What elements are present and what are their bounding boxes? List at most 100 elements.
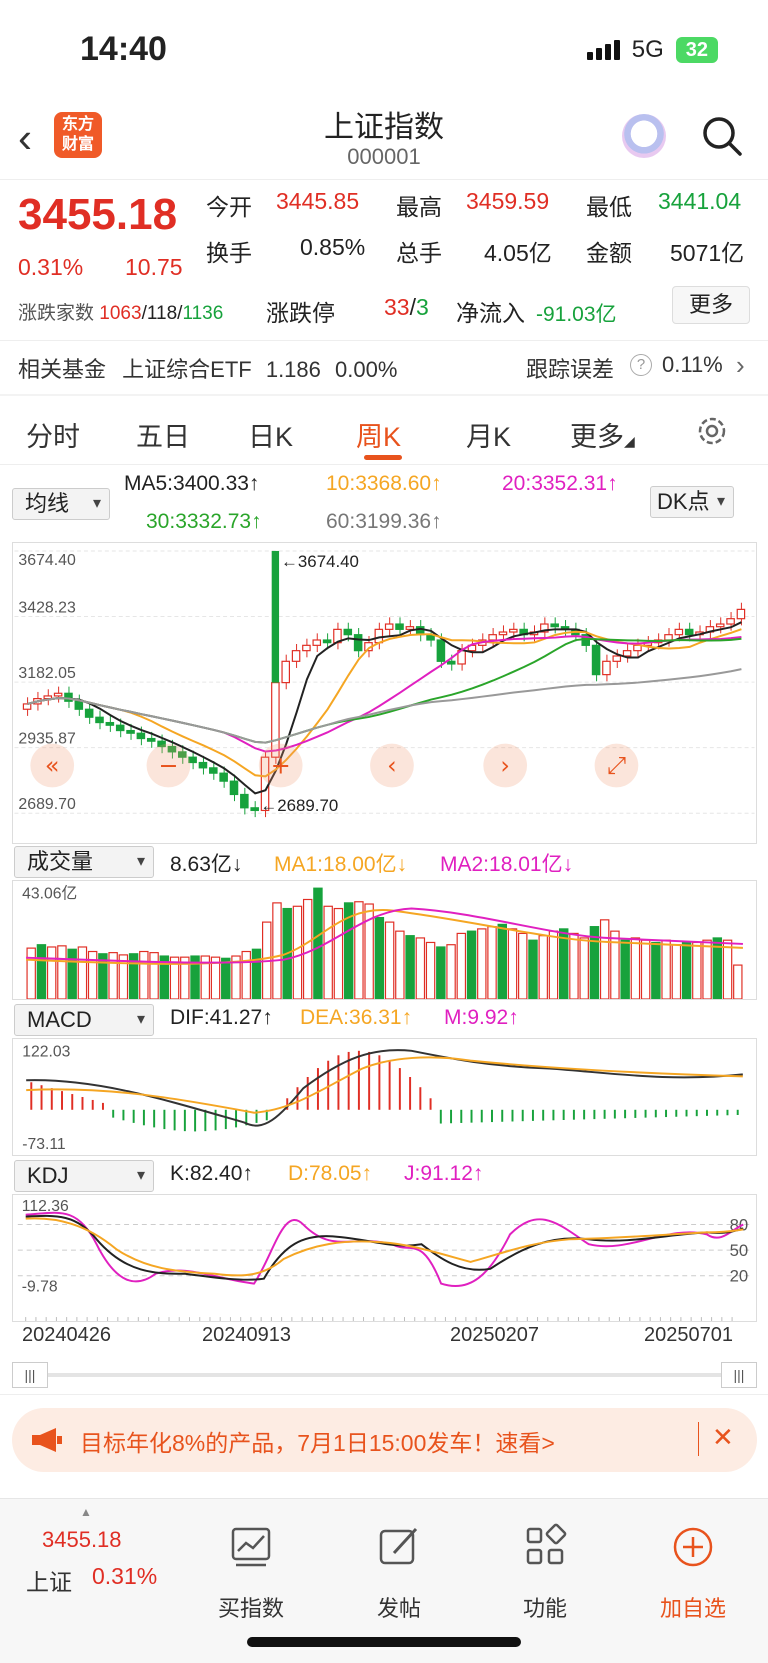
- tab-intraday[interactable]: 分时: [26, 415, 80, 454]
- macd-chart[interactable]: 122.03 -73.11: [12, 1038, 757, 1156]
- candle-body: [115, 724, 125, 732]
- volume-bar: [487, 926, 497, 999]
- inflow-label: 净流入: [456, 300, 525, 326]
- volume-bar: [569, 932, 579, 999]
- macd-select-label: MACD: [27, 1007, 92, 1032]
- period-tabs: 分时 五日 日K 周K 月K 更多◢: [0, 395, 768, 465]
- tracking-value: 0.11%: [662, 352, 723, 377]
- volume-bar: [405, 935, 415, 999]
- volume-bar: [36, 944, 47, 999]
- open-value: 3445.85: [276, 188, 360, 214]
- related-fund-row[interactable]: 相关基金 上证综合ETF 1.186 0.00% 跟踪误差 ? 0.11% ›: [18, 350, 758, 388]
- nav-add-watchlist[interactable]: 加自选: [638, 1591, 748, 1623]
- bottom-index-name: 上证: [26, 1569, 72, 1595]
- help-icon[interactable]: ?: [630, 354, 652, 376]
- volume-bar: [302, 898, 313, 999]
- zoom-out-icon[interactable]: −: [146, 743, 191, 788]
- candle-body: [22, 703, 32, 710]
- volume-select-label: 成交量: [27, 849, 94, 874]
- breadth-up: 1063: [99, 303, 142, 324]
- volume-select[interactable]: 成交量: [14, 846, 154, 878]
- tab-monthly-k[interactable]: 月K: [466, 415, 511, 454]
- close-icon[interactable]: ✕: [712, 1422, 734, 1453]
- kdj-select-label: KDJ: [27, 1163, 69, 1188]
- gear-icon[interactable]: [694, 413, 730, 449]
- zoom-in-icon[interactable]: +: [258, 743, 303, 788]
- change-pts: 10.75: [125, 254, 183, 280]
- expand-icon[interactable]: ⤢: [594, 743, 639, 788]
- volume-bar: [702, 939, 712, 999]
- overlay-button-glyph: ›: [500, 751, 510, 779]
- chevron-right-icon: ›: [736, 350, 745, 380]
- candle-body: [384, 623, 394, 630]
- candle-body: [250, 807, 259, 812]
- chart-buy-icon: [231, 1527, 271, 1567]
- indicator-select[interactable]: 均线: [12, 488, 110, 520]
- chevron-left-icon[interactable]: ‹: [370, 743, 414, 788]
- candle-body: [612, 655, 622, 662]
- vol-ma1: MA1:18.00亿↓: [274, 853, 408, 876]
- volume-bar: [722, 939, 733, 999]
- range-scrollbar[interactable]: ||| |||: [12, 1362, 757, 1388]
- candle-body: [343, 628, 353, 636]
- volume-bar: [139, 950, 149, 999]
- chevron-right-icon[interactable]: ›: [483, 743, 528, 788]
- kdj-level-label: 20: [730, 1267, 749, 1286]
- nav-buy-index[interactable]: 买指数: [196, 1591, 306, 1623]
- volume-bar: [87, 950, 98, 999]
- current-price: 3455.18: [18, 190, 178, 239]
- search-icon[interactable]: [700, 114, 744, 158]
- high-value: 3459.59: [466, 188, 550, 214]
- tab-more[interactable]: 更多◢: [570, 415, 635, 454]
- macd-select[interactable]: MACD: [14, 1004, 154, 1036]
- more-button[interactable]: 更多: [672, 286, 750, 324]
- candle-body: [291, 650, 301, 662]
- volume-bar: [221, 957, 231, 999]
- kdj-select[interactable]: KDJ: [14, 1160, 154, 1192]
- candle-body: [240, 793, 249, 809]
- ma60-label: 60:3199.36↑: [326, 510, 442, 533]
- candle-body: [395, 623, 404, 630]
- candle-body: [209, 767, 218, 774]
- volume-bar: [661, 939, 671, 999]
- volume-chart[interactable]: 43.06亿: [12, 880, 757, 1000]
- fund-change: 0.00%: [335, 357, 398, 382]
- bottom-price: 3455.18: [42, 1527, 122, 1552]
- scroll-handle-right[interactable]: |||: [721, 1362, 757, 1388]
- candle-body: [498, 631, 508, 636]
- candle-body: [219, 772, 228, 782]
- dk-label: DK点: [657, 489, 710, 514]
- volume-bar: [733, 964, 743, 999]
- tab-daily-k[interactable]: 日K: [248, 415, 293, 454]
- kdj-chart[interactable]: 112.36-9.78805020: [12, 1194, 757, 1322]
- max-price-label: ←3674.40: [281, 552, 359, 571]
- candlestick-chart[interactable]: 3674.403428.233182.052935.872689.70←3674…: [12, 542, 757, 844]
- nav-functions[interactable]: 功能: [490, 1591, 600, 1623]
- kdj-level-label: 50: [730, 1241, 749, 1260]
- y-axis-label: -9.78: [22, 1278, 58, 1295]
- candle-body: [198, 761, 208, 769]
- candle-body: [302, 644, 311, 652]
- robot-icon[interactable]: [622, 114, 666, 158]
- indicator-select-label: 均线: [25, 491, 70, 516]
- nav-post[interactable]: 发帖: [344, 1591, 454, 1623]
- tab-weekly-k[interactable]: 周K: [356, 415, 401, 454]
- dk-point-button[interactable]: DK点: [650, 486, 734, 518]
- volume-bar: [538, 935, 548, 999]
- ma5-label: MA5:3400.33↑: [124, 472, 260, 495]
- scroll-handle-left[interactable]: |||: [12, 1362, 48, 1388]
- volume-bar: [272, 902, 282, 999]
- volume-bar: [425, 941, 436, 999]
- volume-bar: [149, 952, 159, 999]
- candle-body: [488, 634, 497, 641]
- volume-bar: [77, 946, 88, 999]
- promo-banner[interactable]: 目标年化8%的产品，7月1日15:00发车！速看> ✕: [12, 1408, 757, 1472]
- volume-bar: [692, 941, 702, 999]
- kdj-j: J:91.12↑: [404, 1162, 484, 1185]
- rewind-icon[interactable]: «: [30, 743, 75, 788]
- volume-bar: [46, 946, 57, 999]
- tab-five-day[interactable]: 五日: [136, 415, 190, 454]
- y-axis-label: 3182.05: [18, 665, 76, 682]
- volume-value: 4.05亿: [484, 240, 552, 266]
- network-label: 5G: [631, 36, 664, 63]
